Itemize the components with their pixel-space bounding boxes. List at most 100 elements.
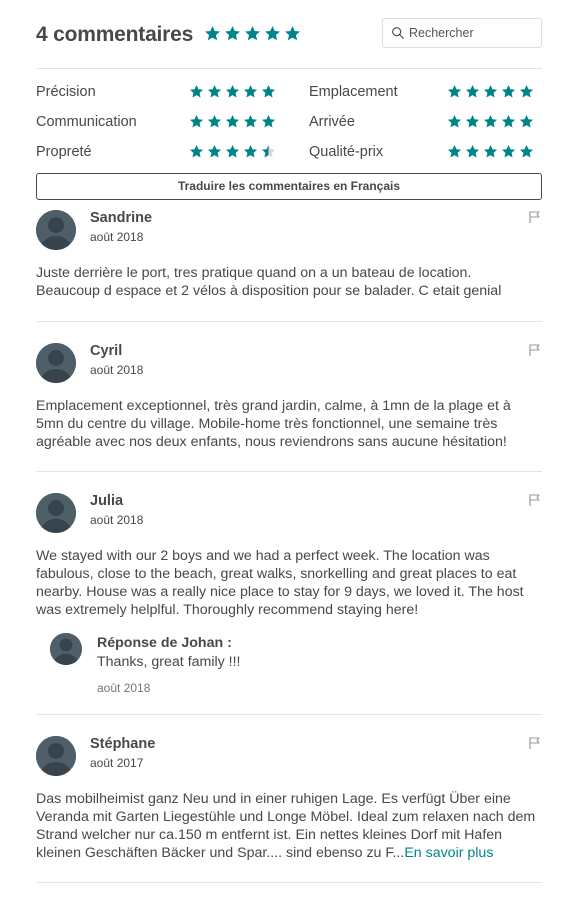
rating-stars-cleanliness bbox=[189, 144, 276, 159]
rating-row: Communication Arrivée bbox=[36, 110, 542, 140]
review-divider bbox=[36, 714, 542, 715]
star-icon bbox=[447, 84, 462, 99]
reviews-count-title: 4 commentaires bbox=[36, 23, 194, 46]
review-text-line: We stayed with our 2 boys and we had a p… bbox=[36, 548, 490, 564]
star-icon bbox=[207, 144, 222, 159]
review-text-line: agréable avec nos deux enfants, nous rev… bbox=[36, 434, 507, 450]
rating-label-cleanliness: Propreté bbox=[36, 144, 92, 160]
flag-icon[interactable] bbox=[528, 493, 542, 507]
response-text: Thanks, great family !!! bbox=[97, 654, 241, 670]
header-divider bbox=[36, 68, 542, 69]
rating-label-value: Qualité-prix bbox=[309, 144, 384, 160]
review-item: Stéphane août 2017 Das mobilheimist ganz… bbox=[36, 736, 542, 866]
review-text-line: nearby. House was a really nice place to… bbox=[36, 584, 524, 600]
flag-icon[interactable] bbox=[528, 210, 542, 224]
review-text-line: fabulous, close to the beach, great walk… bbox=[36, 566, 517, 582]
star-icon bbox=[243, 84, 258, 99]
star-icon bbox=[465, 84, 480, 99]
rating-label-precision: Précision bbox=[36, 84, 96, 100]
star-icon bbox=[225, 144, 240, 159]
review-date: août 2017 bbox=[90, 756, 144, 770]
rating-label-check-in: Arrivée bbox=[309, 114, 355, 130]
read-more-link[interactable]: En savoir plus bbox=[404, 845, 493, 861]
flag-icon[interactable] bbox=[528, 343, 542, 357]
review-divider bbox=[36, 321, 542, 322]
star-icon bbox=[225, 114, 240, 129]
flag-icon[interactable] bbox=[528, 736, 542, 750]
star-icon bbox=[261, 114, 276, 129]
review-text-line: Juste derrière le port, tres pratique qu… bbox=[36, 265, 472, 281]
star-icon bbox=[225, 84, 240, 99]
review-text-line: was extremely helplful. Thoroughly recom… bbox=[36, 602, 419, 618]
rating-stars-communication bbox=[189, 114, 276, 129]
review-date: août 2018 bbox=[90, 513, 144, 527]
star-icon bbox=[204, 25, 221, 42]
review-text-line: Beaucoup d espace et 2 vélos à dispositi… bbox=[36, 283, 502, 299]
star-icon bbox=[189, 114, 204, 129]
star-icon bbox=[207, 84, 222, 99]
avatar[interactable] bbox=[36, 736, 76, 776]
review-text-line: 5mn du centre du village. Mobile-home tr… bbox=[36, 416, 498, 432]
rating-label-location: Emplacement bbox=[309, 84, 398, 100]
review-text: Juste derrière le port, tres pratique qu… bbox=[36, 264, 542, 300]
rating-stars-location bbox=[447, 84, 534, 99]
review-divider bbox=[36, 882, 542, 883]
rating-stars-check-in bbox=[447, 114, 534, 129]
response-author: Réponse de Johan : bbox=[97, 635, 232, 651]
rating-categories: Précision Emplacement Communication Arri… bbox=[36, 80, 542, 170]
star-half-icon bbox=[261, 144, 276, 159]
avatar[interactable] bbox=[36, 493, 76, 533]
search-box[interactable] bbox=[382, 18, 542, 48]
star-icon bbox=[465, 144, 480, 159]
review-text: We stayed with our 2 boys and we had a p… bbox=[36, 547, 542, 619]
rating-row: Propreté Qualité-prix bbox=[36, 140, 542, 170]
star-icon bbox=[243, 114, 258, 129]
reviewer-name: Cyril bbox=[90, 343, 123, 359]
star-icon bbox=[243, 144, 258, 159]
review-text-line: Emplacement exceptionnel, très grand jar… bbox=[36, 398, 511, 414]
review-text: Das mobilheimist ganz Neu und in einer r… bbox=[36, 790, 542, 862]
avatar[interactable] bbox=[36, 343, 76, 383]
review-text-line-end: kleinen Geschäften Bäcker und Spar.... s… bbox=[36, 845, 405, 861]
star-icon bbox=[483, 144, 498, 159]
review-text-line: Veranda mit Garten Liegestühle und Longe… bbox=[36, 809, 536, 825]
star-icon bbox=[501, 114, 516, 129]
search-input[interactable] bbox=[409, 26, 534, 40]
review-date: août 2018 bbox=[90, 230, 144, 244]
star-icon bbox=[189, 144, 204, 159]
reviewer-name: Sandrine bbox=[90, 210, 153, 226]
host-response: Réponse de Johan : Thanks, great family … bbox=[50, 633, 520, 695]
rating-stars-value bbox=[447, 144, 534, 159]
star-icon bbox=[189, 84, 204, 99]
review-item: Julia août 2018 We stayed with our 2 boy… bbox=[36, 493, 542, 695]
star-icon bbox=[244, 25, 261, 42]
star-icon bbox=[483, 84, 498, 99]
review-item: Cyril août 2018 Emplacement exceptionnel… bbox=[36, 343, 542, 453]
review-text-line: Das mobilheimist ganz Neu und in einer r… bbox=[36, 791, 511, 807]
response-date: août 2018 bbox=[97, 681, 151, 695]
rating-row: Précision Emplacement bbox=[36, 80, 542, 110]
avatar[interactable] bbox=[36, 210, 76, 250]
review-item: Sandrine août 2018 Juste derrière le por… bbox=[36, 210, 542, 300]
rating-stars-precision bbox=[189, 84, 276, 99]
star-icon bbox=[465, 114, 480, 129]
star-icon bbox=[264, 25, 281, 42]
translate-reviews-button[interactable]: Traduire les commentaires en Français bbox=[36, 173, 542, 200]
host-avatar[interactable] bbox=[50, 633, 82, 665]
overall-rating-stars bbox=[204, 25, 301, 42]
star-icon bbox=[501, 84, 516, 99]
rating-label-communication: Communication bbox=[36, 114, 137, 130]
star-icon bbox=[519, 144, 534, 159]
star-icon bbox=[519, 84, 534, 99]
reviews-header: 4 commentaires bbox=[36, 18, 542, 52]
star-icon bbox=[519, 114, 534, 129]
star-icon bbox=[261, 84, 276, 99]
reviewer-name: Julia bbox=[90, 493, 124, 509]
star-icon bbox=[207, 114, 222, 129]
review-divider bbox=[36, 471, 542, 472]
star-icon bbox=[447, 114, 462, 129]
search-icon bbox=[392, 27, 404, 39]
review-text-line: kleinen Geschäften Bäcker und Spar.... s… bbox=[36, 844, 542, 862]
review-text-line: Strand welcher nur ca.150 m entfernt ist… bbox=[36, 827, 503, 843]
star-icon bbox=[284, 25, 301, 42]
